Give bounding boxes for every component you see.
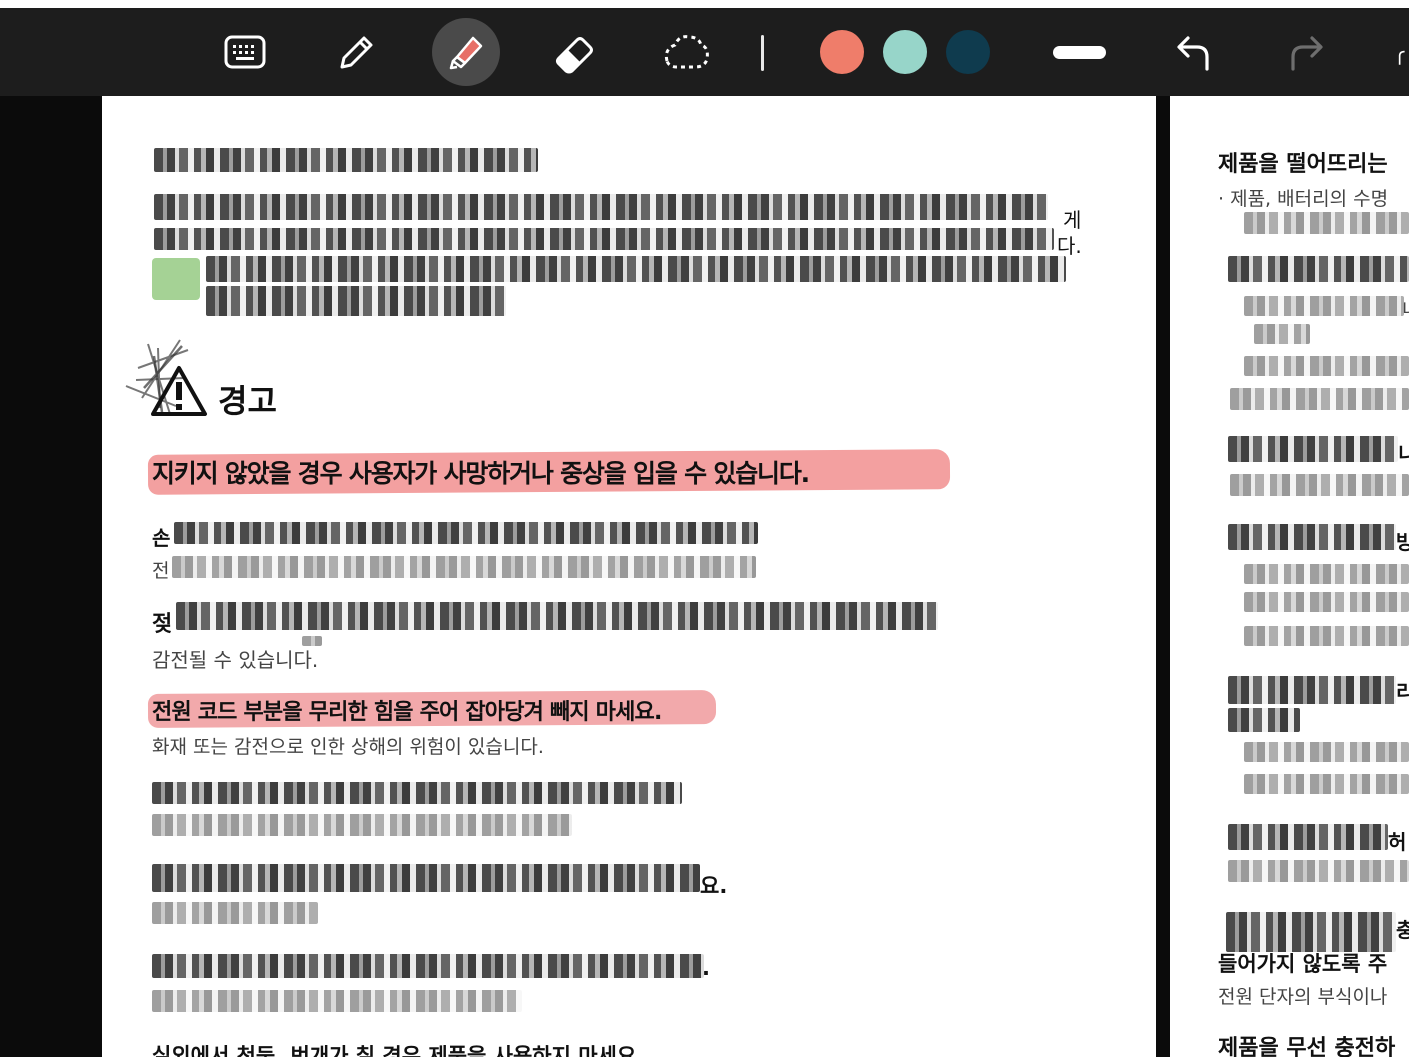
lightning-warning-title: 실외에서 천둥, 번개가 칠 경우 제품을 사용하지 마세요. bbox=[152, 1044, 645, 1057]
redacted-text bbox=[172, 556, 756, 578]
text-fragment: 손 bbox=[152, 526, 171, 550]
text-fragment: 방 bbox=[1396, 530, 1409, 554]
top-edge bbox=[0, 0, 1409, 8]
redacted-text bbox=[1244, 626, 1409, 646]
text-fragment: 게 bbox=[1063, 208, 1082, 232]
text-fragment: 니 bbox=[1402, 296, 1409, 322]
redacted-text bbox=[176, 602, 938, 630]
redacted-text bbox=[1228, 256, 1409, 282]
redacted-text bbox=[1244, 212, 1409, 234]
redacted-text bbox=[1228, 860, 1409, 882]
share-icon[interactable] bbox=[1398, 38, 1409, 74]
redacted-text bbox=[1230, 474, 1409, 496]
text-fragment: 요. bbox=[700, 874, 728, 898]
green-thumbnail bbox=[152, 258, 200, 300]
text-fragment: 다. bbox=[1057, 234, 1082, 258]
undo-icon[interactable] bbox=[1170, 32, 1216, 74]
redacted-text bbox=[1244, 356, 1409, 376]
shock-text: 감전될 수 있습니다. bbox=[152, 648, 319, 672]
redacted-text bbox=[1244, 564, 1409, 584]
text-fragment: 니 bbox=[1398, 442, 1409, 466]
redacted-text bbox=[1226, 912, 1396, 952]
redacted-text bbox=[1244, 774, 1409, 794]
annotation-toolbar bbox=[0, 8, 1409, 96]
redacted-text bbox=[152, 864, 700, 892]
redacted-text bbox=[1228, 824, 1388, 850]
redacted-text bbox=[206, 286, 506, 316]
text-fragment: . bbox=[702, 956, 710, 980]
bullet-text: 제품, 배터리의 수명 bbox=[1230, 188, 1389, 210]
redacted-text bbox=[1244, 296, 1404, 316]
redacted-text bbox=[174, 522, 758, 544]
redacted-text bbox=[1228, 524, 1396, 550]
eraser-icon[interactable] bbox=[552, 30, 598, 76]
redacted-text bbox=[152, 954, 704, 978]
drop-warning-title: 제품을 떨어뜨리는 bbox=[1218, 152, 1388, 177]
redacted-text bbox=[154, 228, 1054, 250]
stroke-width-button[interactable] bbox=[1053, 46, 1106, 59]
redacted-text bbox=[152, 814, 572, 836]
redacted-text bbox=[1244, 592, 1409, 612]
redacted-text bbox=[154, 194, 1048, 220]
redacted-text bbox=[152, 990, 522, 1012]
text-fragment: 전 bbox=[152, 560, 170, 582]
redacted-text bbox=[152, 782, 682, 804]
redacted-text bbox=[152, 902, 318, 924]
text-fragment: 젖 bbox=[152, 612, 173, 637]
redacted-text bbox=[206, 256, 1066, 282]
cord-warning-desc: 화재 또는 감전으로 인한 상해의 위험이 있습니다. bbox=[152, 736, 544, 758]
drop-warning-bullet: · 제품, 배터리의 수명 bbox=[1218, 188, 1389, 210]
document-page-left[interactable]: 게 다. 경고 지키지 않았을 경우 사용자가 사망하거나 중상을 입을 수 있… bbox=[102, 96, 1156, 1057]
keyboard-icon[interactable] bbox=[222, 30, 268, 74]
insert-warning-text: 들어가지 않도록 주 bbox=[1218, 952, 1388, 976]
color-swatch-mint[interactable] bbox=[883, 30, 927, 74]
redo-icon[interactable] bbox=[1284, 32, 1330, 74]
document-page-right[interactable]: 제품을 떨어뜨리는 · 제품, 배터리의 수명 니 니 방 리 허 충 들어가지… bbox=[1170, 96, 1409, 1057]
redacted-text bbox=[1228, 708, 1300, 732]
redacted-text bbox=[1228, 676, 1396, 704]
redacted-text bbox=[154, 148, 538, 172]
toolbar-separator bbox=[761, 35, 764, 71]
warning-icon bbox=[151, 366, 207, 416]
redacted-text bbox=[1230, 388, 1409, 410]
text-fragment: 충 bbox=[1396, 918, 1409, 942]
highlighter-icon[interactable] bbox=[432, 18, 500, 86]
warning-heading: 경고 bbox=[218, 382, 277, 420]
color-swatch-coral[interactable] bbox=[820, 30, 864, 74]
text-fragment: 리 bbox=[1396, 680, 1409, 704]
warning-subtitle: 지키지 않았을 경우 사용자가 사망하거나 중상을 입을 수 있습니다. bbox=[152, 459, 810, 488]
color-swatch-navy[interactable] bbox=[946, 30, 990, 74]
redacted-text bbox=[1244, 742, 1409, 762]
redacted-text bbox=[1254, 324, 1310, 344]
text-fragment: 허 bbox=[1388, 830, 1407, 854]
lasso-icon[interactable] bbox=[660, 30, 712, 76]
wireless-charging-title: 제품을 무선 충전하 bbox=[1218, 1036, 1396, 1057]
cord-warning-title: 전원 코드 부분을 무리한 힘을 주어 잡아당겨 빼지 마세요. bbox=[152, 700, 662, 725]
terminal-text: 전원 단자의 부식이나 bbox=[1218, 986, 1388, 1008]
redacted-text bbox=[1228, 436, 1398, 462]
pen-icon[interactable] bbox=[333, 30, 379, 76]
